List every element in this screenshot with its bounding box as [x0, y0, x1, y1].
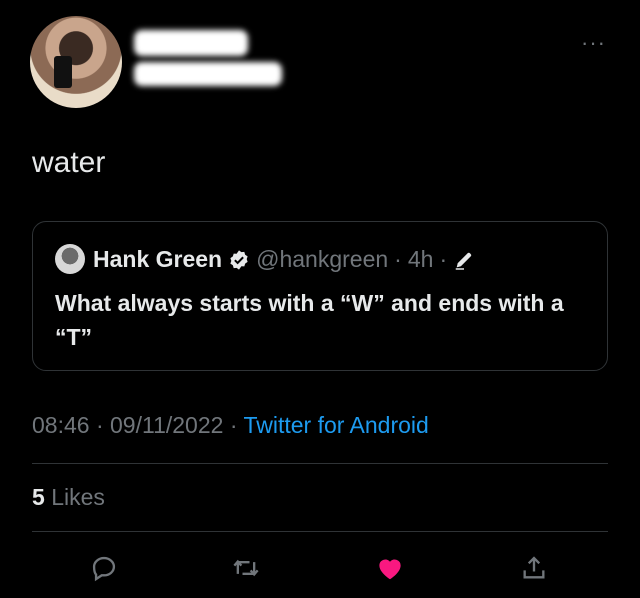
redacted-display-name: [134, 30, 248, 56]
author-avatar[interactable]: [30, 16, 122, 108]
likes-count: 5: [32, 484, 45, 510]
retweet-icon: [233, 559, 259, 577]
share-button[interactable]: [518, 552, 550, 584]
retweet-button[interactable]: [230, 552, 262, 584]
tweet-date[interactable]: 09/11/2022: [110, 412, 223, 438]
verified-icon: [230, 249, 248, 270]
like-icon: [379, 559, 401, 580]
quoted-age[interactable]: 4h: [408, 246, 434, 273]
tweet-meta: 08:46 · 09/11/2022 · Twitter for Android: [32, 412, 429, 439]
quoted-header: Hank Green @hankgreen · 4h ·: [93, 246, 475, 273]
quoted-avatar[interactable]: [55, 244, 85, 274]
quoted-separator: ·: [394, 246, 402, 272]
reply-icon: [92, 556, 116, 582]
quoted-separator-2: ·: [439, 246, 448, 272]
likes-label: Likes: [51, 484, 105, 510]
avatar-phone: [54, 56, 72, 88]
reply-button[interactable]: [88, 552, 120, 584]
like-button[interactable]: [374, 552, 406, 584]
divider-top: [32, 463, 608, 464]
quoted-author-name[interactable]: Hank Green: [93, 246, 222, 273]
quoted-tweet[interactable]: Hank Green @hankgreen · 4h · What always…: [32, 221, 608, 371]
share-icon: [523, 556, 545, 579]
tweet-source[interactable]: Twitter for Android: [243, 412, 428, 438]
tweet-time[interactable]: 08:46: [32, 412, 90, 438]
quoted-handle[interactable]: @hankgreen: [256, 246, 388, 273]
meta-separator-2: ·: [229, 412, 238, 438]
divider-bottom: [32, 531, 608, 532]
likes-stat[interactable]: 5 Likes: [32, 484, 105, 511]
quoted-body: What always starts with a “W” and ends w…: [55, 290, 564, 350]
redacted-handle: [134, 62, 282, 86]
tweet-text: water: [32, 146, 106, 179]
edit-icon[interactable]: [453, 249, 475, 271]
meta-separator: ·: [95, 412, 104, 438]
more-icon[interactable]: ···: [581, 30, 606, 56]
